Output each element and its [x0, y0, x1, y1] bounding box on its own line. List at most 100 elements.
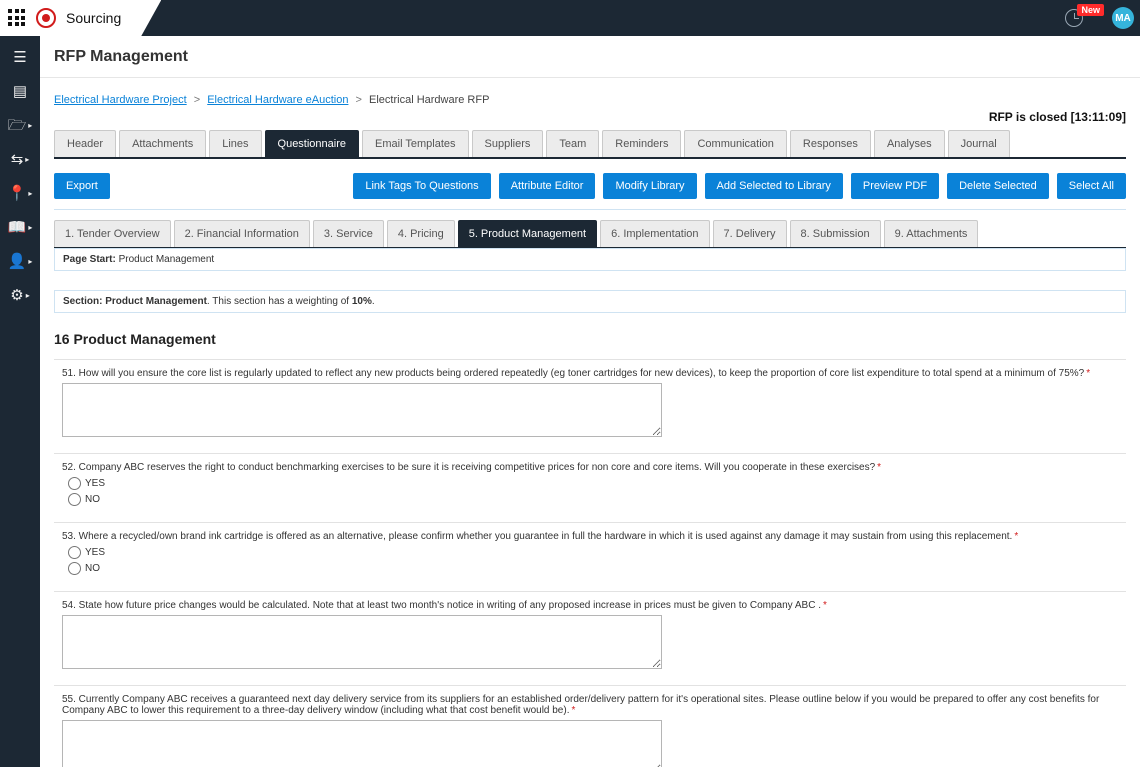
tab-reminders[interactable]: Reminders	[602, 130, 681, 157]
modify-library-button[interactable]: Modify Library	[603, 173, 696, 199]
chevron-right-icon: ▸	[28, 121, 32, 130]
required-mark: *	[877, 462, 881, 473]
status-text: RFP is closed [13:11:09]	[54, 110, 1126, 124]
subtab-service[interactable]: 3. Service	[313, 220, 384, 247]
user-icon: 👤	[8, 254, 27, 269]
section-weight-text: . This section has a weighting of	[207, 296, 352, 307]
sidebar-item-location[interactable]: 📍▸	[0, 178, 40, 208]
question-text: 55. Currently Company ABC receives a gua…	[62, 694, 1099, 716]
tab-header[interactable]: Header	[54, 130, 116, 157]
radio-input[interactable]	[68, 493, 81, 506]
question-52: 52. Company ABC reserves the right to co…	[54, 453, 1126, 522]
link-tags-button[interactable]: Link Tags To Questions	[353, 173, 490, 199]
location-icon: 📍	[8, 186, 27, 201]
chevron-right-icon: ▸	[28, 257, 32, 266]
question-text: 52. Company ABC reserves the right to co…	[62, 462, 875, 473]
subtab-pricing[interactable]: 4. Pricing	[387, 220, 455, 247]
section-title: 16 Product Management	[54, 331, 1126, 347]
required-mark: *	[1086, 368, 1090, 379]
section-weight: 10%	[352, 296, 372, 307]
required-mark: *	[571, 705, 575, 716]
radio-input[interactable]	[68, 562, 81, 575]
tab-journal[interactable]: Journal	[948, 130, 1010, 157]
chevron-right-icon: ▸	[28, 189, 32, 198]
subtab-product-management[interactable]: 5. Product Management	[458, 220, 597, 247]
section-period: .	[372, 296, 375, 307]
breadcrumb-link-1[interactable]: Electrical Hardware Project	[54, 94, 187, 106]
radio-label: YES	[85, 478, 105, 489]
add-to-library-button[interactable]: Add Selected to Library	[705, 173, 843, 199]
tab-communication[interactable]: Communication	[684, 130, 786, 157]
sub-tabs: 1. Tender Overview 2. Financial Informat…	[54, 220, 1126, 249]
page-title: RFP Management	[40, 36, 1140, 78]
section-name: Product Management	[105, 296, 207, 307]
radio-option-no[interactable]: NO	[68, 493, 1126, 506]
breadcrumb-current: Electrical Hardware RFP	[369, 94, 489, 106]
export-button[interactable]: Export	[54, 173, 110, 199]
question-text: 54. State how future price changes would…	[62, 600, 821, 611]
answer-textarea-54[interactable]	[62, 615, 662, 669]
question-label: 55. Currently Company ABC receives a gua…	[62, 694, 1126, 716]
sidebar-item-folder[interactable]: 🗁▸	[0, 110, 40, 140]
tab-attachments[interactable]: Attachments	[119, 130, 206, 157]
question-label: 54. State how future price changes would…	[62, 600, 1126, 611]
tab-analyses[interactable]: Analyses	[874, 130, 945, 157]
radio-option-no[interactable]: NO	[68, 562, 1126, 575]
tab-team[interactable]: Team	[546, 130, 599, 157]
brand-text: Sourcing	[66, 10, 121, 26]
breadcrumb-sep: >	[356, 94, 362, 106]
subtab-tender-overview[interactable]: 1. Tender Overview	[54, 220, 171, 247]
radio-input[interactable]	[68, 477, 81, 490]
breadcrumb-link-2[interactable]: Electrical Hardware eAuction	[207, 94, 348, 106]
radio-option-yes[interactable]: YES	[68, 546, 1126, 559]
section-strip: Section: Product Management. This sectio…	[54, 290, 1126, 313]
list-icon: ▤	[13, 84, 27, 99]
chevron-right-icon: ▸	[25, 155, 29, 164]
sidebar-item-user[interactable]: 👤▸	[0, 246, 40, 276]
hamburger-icon: ☰	[13, 50, 26, 65]
tab-suppliers[interactable]: Suppliers	[472, 130, 544, 157]
radio-label: NO	[85, 494, 100, 505]
question-label: 52. Company ABC reserves the right to co…	[62, 462, 1126, 473]
answer-textarea-55[interactable]	[62, 720, 662, 767]
gear-icon: ⚙	[10, 288, 23, 303]
subtab-implementation[interactable]: 6. Implementation	[600, 220, 709, 247]
new-badge: New	[1077, 4, 1104, 16]
tab-responses[interactable]: Responses	[790, 130, 871, 157]
radio-option-yes[interactable]: YES	[68, 477, 1126, 490]
subtab-attachments[interactable]: 9. Attachments	[884, 220, 979, 247]
breadcrumb: Electrical Hardware Project > Electrical…	[54, 94, 1126, 106]
page-start-value: Product Management	[119, 254, 215, 265]
tab-questionnaire[interactable]: Questionnaire	[265, 130, 360, 157]
subtab-financial-information[interactable]: 2. Financial Information	[174, 220, 310, 247]
sidebar-item-settings[interactable]: ⚙▸	[0, 280, 40, 310]
question-53: 53. Where a recycled/own brand ink cartr…	[54, 522, 1126, 591]
required-mark: *	[823, 600, 827, 611]
sidebar-item-book[interactable]: 📖▸	[0, 212, 40, 242]
question-label: 51. How will you ensure the core list is…	[62, 368, 1126, 379]
page-start-label: Page Start:	[63, 254, 116, 265]
topbar-left: Sourcing	[0, 0, 161, 36]
preview-pdf-button[interactable]: Preview PDF	[851, 173, 939, 199]
menu-button[interactable]: ☰	[0, 42, 40, 72]
subtab-delivery[interactable]: 7. Delivery	[713, 220, 787, 247]
attribute-editor-button[interactable]: Attribute Editor	[499, 173, 596, 199]
tab-email-templates[interactable]: Email Templates	[362, 130, 469, 157]
subtab-submission[interactable]: 8. Submission	[790, 220, 881, 247]
select-all-button[interactable]: Select All	[1057, 173, 1126, 199]
sidebar-item-transfer[interactable]: ⇆▸	[0, 144, 40, 174]
avatar[interactable]: MA	[1112, 7, 1134, 29]
chevron-right-icon: ▸	[26, 291, 30, 300]
folder-icon: 🗁	[8, 118, 27, 133]
apps-icon[interactable]	[8, 9, 26, 27]
answer-textarea-51[interactable]	[62, 383, 662, 437]
tab-lines[interactable]: Lines	[209, 130, 261, 157]
required-mark: *	[1014, 531, 1018, 542]
radio-label: NO	[85, 563, 100, 574]
breadcrumb-sep: >	[194, 94, 200, 106]
question-text: 53. Where a recycled/own brand ink cartr…	[62, 531, 1012, 542]
delete-selected-button[interactable]: Delete Selected	[947, 173, 1049, 199]
radio-input[interactable]	[68, 546, 81, 559]
topbar-right: New MA	[1065, 0, 1134, 36]
sidebar-item-list[interactable]: ▤	[0, 76, 40, 106]
